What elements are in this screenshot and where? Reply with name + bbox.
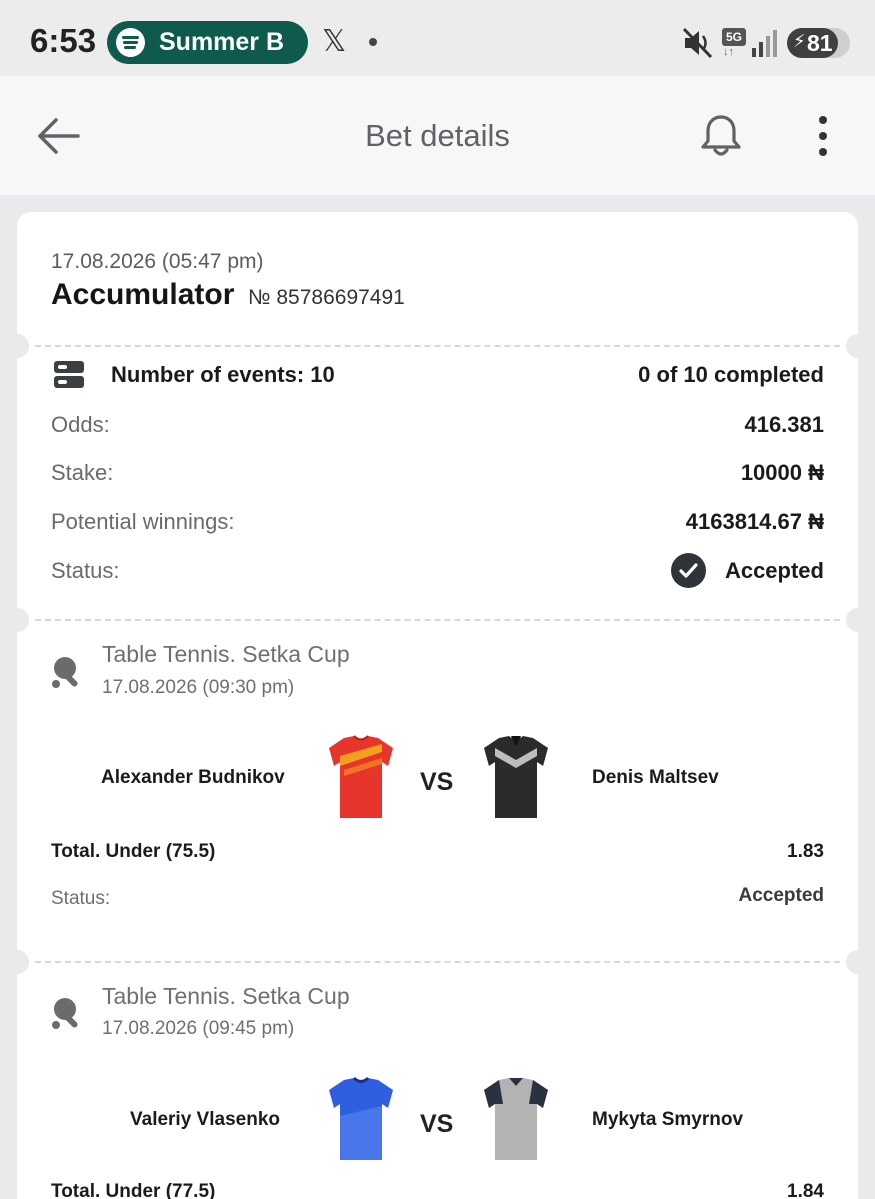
- ticket-notch-right: [846, 334, 858, 358]
- divider: [35, 961, 840, 963]
- event-status-label: Status:: [51, 888, 111, 909]
- spotify-icon: [116, 28, 145, 57]
- events-list-icon: [54, 361, 84, 388]
- events-count: Number of events: 10: [111, 362, 335, 387]
- ticket-notch-right: [846, 950, 858, 974]
- clock: 6:53: [30, 22, 97, 59]
- status-value: Accepted: [724, 558, 824, 583]
- ticket-notch-left: [17, 950, 29, 974]
- home-team: Valeriy Vlasenko: [130, 1109, 280, 1130]
- data-arrows-icon: ↓↑: [723, 46, 734, 58]
- table-tennis-icon: [52, 657, 78, 688]
- battery-level: 81: [807, 30, 833, 56]
- jersey-black-icon: [484, 736, 548, 818]
- ticket-notch-right: [846, 608, 858, 632]
- event-league: Table Tennis. Setka Cup: [102, 983, 350, 1009]
- status-bar: 6:53 Summer B 𝕏 5G ↓↑ ⚡ 81: [0, 0, 875, 76]
- divider: [35, 619, 840, 621]
- jersey-red-icon: [329, 735, 393, 818]
- odds-label: Odds:: [51, 412, 110, 437]
- home-team: Alexander Budnikov: [101, 767, 285, 788]
- away-team: Mykyta Smyrnov: [592, 1109, 744, 1130]
- battery-icon: ⚡ 81: [787, 28, 850, 58]
- notification-dot-icon: [369, 38, 377, 46]
- event-date: 17.08.2026 (09:45 pm): [102, 1018, 295, 1039]
- bell-icon[interactable]: [698, 112, 744, 160]
- table-tennis-icon: [52, 998, 78, 1029]
- events-completed: 0 of 10 completed: [638, 362, 824, 387]
- stake-value: 10000 ₦: [740, 460, 824, 485]
- event-status-value: Accepted: [738, 885, 824, 906]
- event-league: Table Tennis. Setka Cup: [102, 641, 350, 667]
- x-app-icon: 𝕏: [322, 25, 347, 58]
- bet-number: № 85786697491: [248, 286, 405, 309]
- signal-icon: [752, 30, 777, 57]
- odds-value: 416.381: [744, 412, 824, 437]
- event-date: 17.08.2026 (09:30 pm): [102, 677, 295, 698]
- check-circle-icon: [671, 553, 706, 588]
- winnings-value: 4163814.67 ₦: [685, 509, 824, 534]
- divider: [35, 345, 840, 347]
- market-odd: 1.83: [787, 841, 824, 862]
- jersey-grey-icon: [484, 1078, 548, 1160]
- bet-type: Accumulator: [51, 278, 235, 311]
- network-type-icon: 5G: [722, 28, 746, 46]
- vs-label: VS: [420, 768, 454, 796]
- market-name: Total. Under (77.5): [51, 1181, 216, 1199]
- vs-label: VS: [420, 1110, 454, 1138]
- ticket-notch-left: [17, 608, 29, 632]
- bet-date: 17.08.2026 (05:47 pm): [51, 250, 264, 273]
- more-vertical-icon[interactable]: [808, 114, 838, 158]
- status-label: Status:: [51, 558, 120, 583]
- app-bar: Bet details: [0, 76, 875, 195]
- media-pill-label: Summer B: [159, 28, 285, 56]
- media-pill[interactable]: Summer B: [107, 21, 308, 64]
- market-odd: 1.84: [787, 1181, 824, 1199]
- ticket-notch-left: [17, 334, 29, 358]
- away-team: Denis Maltsev: [592, 767, 719, 788]
- bet-card: 17.08.2026 (05:47 pm) Accumulator № 8578…: [17, 212, 858, 1199]
- stake-label: Stake:: [51, 460, 114, 485]
- winnings-label: Potential winnings:: [51, 509, 235, 534]
- market-name: Total. Under (75.5): [51, 841, 216, 862]
- mute-icon: [682, 27, 713, 59]
- charging-icon: ⚡: [793, 31, 806, 51]
- jersey-blue-icon: [329, 1076, 393, 1160]
